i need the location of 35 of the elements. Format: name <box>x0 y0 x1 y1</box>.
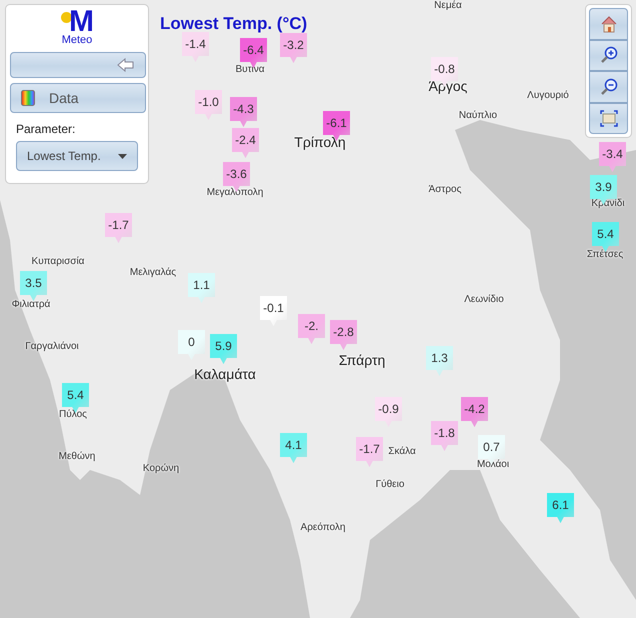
zoom-in-button[interactable] <box>589 40 628 71</box>
logo-mark: M <box>69 9 93 35</box>
place-label: Λυγουριό <box>527 90 569 102</box>
home-button[interactable] <box>589 8 628 40</box>
place-label: Σπάρτη <box>338 352 386 368</box>
rainbow-icon <box>21 90 35 106</box>
place-label: Μελιγαλάς <box>130 267 176 279</box>
full-extent-icon <box>598 108 618 128</box>
place-label: Κυπαρισσία <box>32 256 84 268</box>
place-label: Σπέτσες <box>586 249 624 261</box>
place-label: Λεωνίδιο <box>464 294 504 306</box>
place-label: Άστρος <box>428 184 462 196</box>
zoom-out-button[interactable] <box>589 71 628 102</box>
left-arrow-icon <box>117 58 135 72</box>
full-extent-button[interactable] <box>589 102 628 134</box>
back-button[interactable] <box>10 52 146 78</box>
place-label: Καλαμάτα <box>194 366 256 382</box>
zoom-out-icon <box>598 76 618 97</box>
parameter-label: Parameter: <box>16 121 76 138</box>
sun-icon <box>61 12 72 23</box>
place-label: Κορώνη <box>142 463 180 475</box>
place-label: Γύθειο <box>376 479 404 491</box>
caret-icon <box>118 154 127 158</box>
place-label: Φιλιατρά <box>12 299 50 311</box>
place-label: Νεμέα <box>434 0 462 12</box>
place-label: Αρεόπολη <box>300 522 346 534</box>
place-label: Ναύπλιο <box>458 110 498 122</box>
parameter-dropdown[interactable]: Lowest Temp. <box>16 141 138 171</box>
place-label: Σκάλα <box>388 446 416 458</box>
place-label: Γαργαλιάνοι <box>25 341 79 353</box>
place-label: Μεθώνη <box>58 451 96 463</box>
zoom-in-icon <box>598 45 618 66</box>
data-button[interactable]: Data <box>10 83 146 113</box>
logo-text: Meteo <box>62 35 92 46</box>
map-title: Lowest Temp. (°C) <box>160 13 308 35</box>
